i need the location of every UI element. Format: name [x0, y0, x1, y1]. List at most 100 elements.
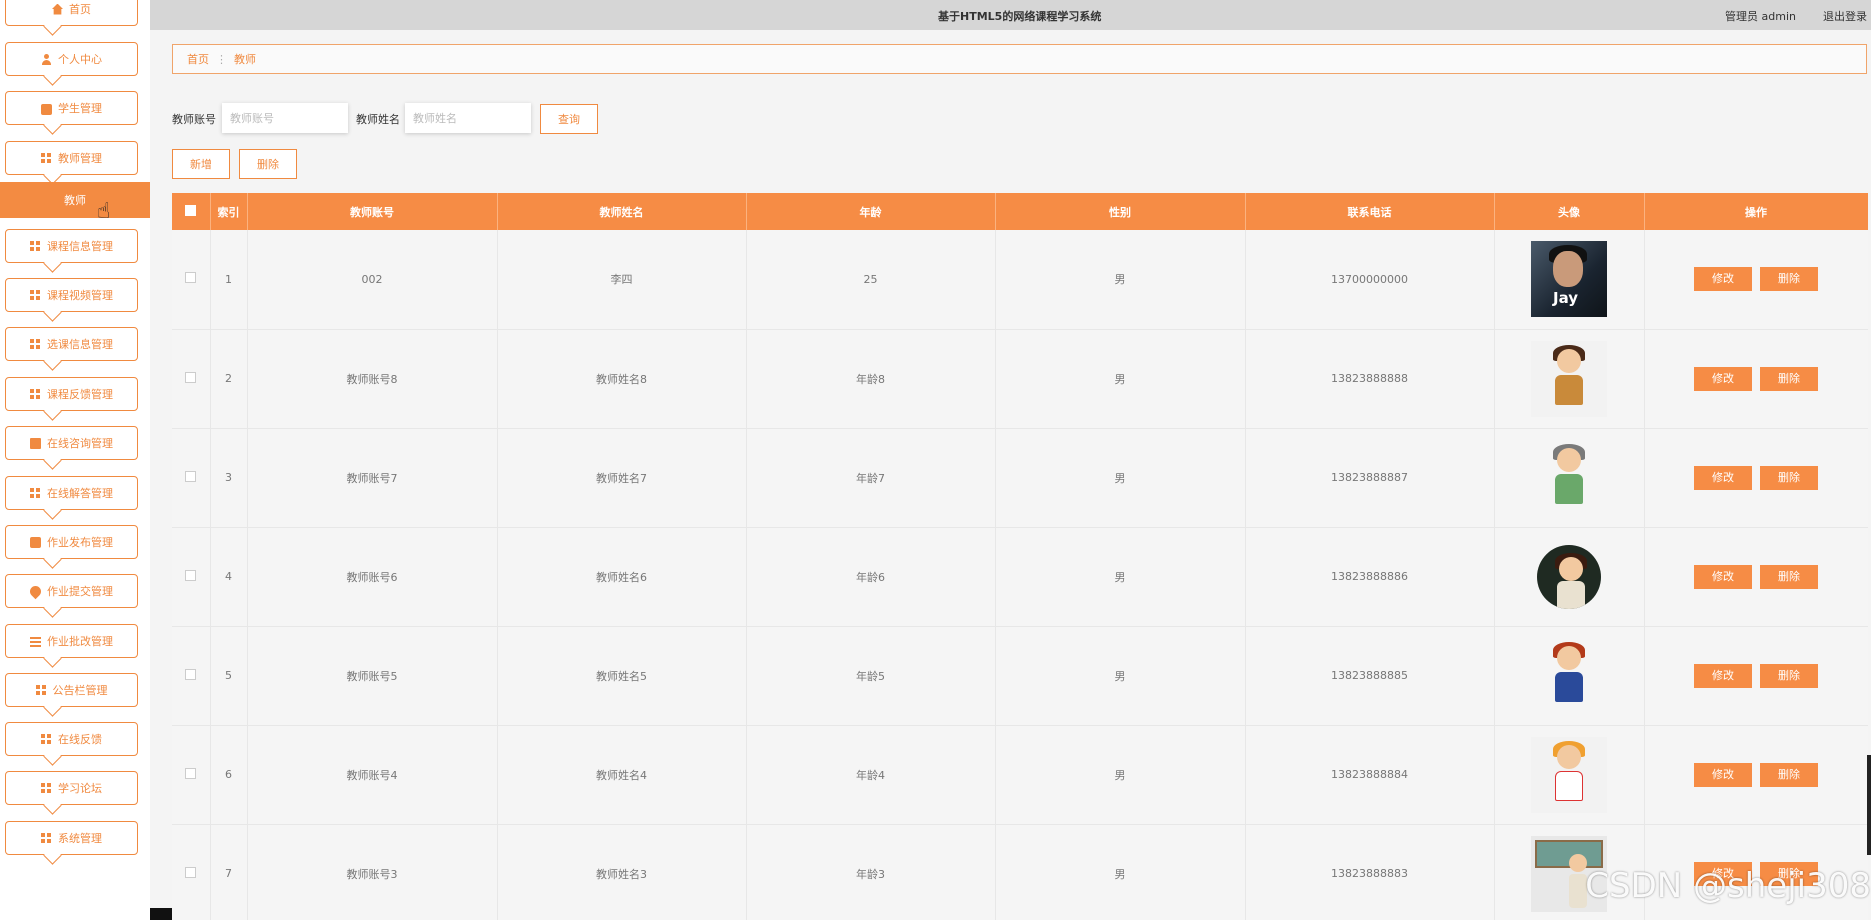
cell-account: 教师账号8 — [247, 329, 498, 428]
delete-button[interactable]: 删除 — [1760, 663, 1818, 688]
column-header: 联系电话 — [1245, 193, 1495, 230]
delete-button[interactable]: 删除 — [1760, 267, 1818, 292]
edit-button[interactable]: 修改 — [1694, 366, 1752, 391]
sidebar-item-online-answer[interactable]: 在线解答管理 — [5, 476, 138, 510]
table-row: 3 教师账号7 教师姓名7 年龄7 男 13823888887 修改 删除 — [172, 428, 1868, 527]
sidebar-item-online-feedback[interactable]: 在线反馈 — [5, 722, 138, 756]
account-search-input[interactable] — [222, 103, 348, 133]
cell-phone: 13823888886 — [1245, 527, 1495, 626]
sidebar-item-forum[interactable]: 学习论坛 — [5, 771, 138, 805]
print-icon — [30, 536, 41, 548]
top-header: 基于HTML5的网络课程学习系统 管理员 admin 退出登录 — [150, 0, 1871, 30]
row-checkbox[interactable] — [185, 866, 197, 878]
sidebar-item-teachers[interactable]: 教师管理 — [5, 141, 138, 175]
grid-icon — [41, 782, 52, 794]
cell-gender: 男 — [995, 527, 1246, 626]
edit-button[interactable]: 修改 — [1694, 267, 1752, 292]
cell-age: 年龄4 — [746, 725, 996, 824]
sidebar-item-label: 课程反馈管理 — [47, 388, 113, 401]
sidebar-item-label: 教师管理 — [58, 152, 102, 165]
grid-icon — [30, 240, 41, 252]
briefcase-icon — [41, 103, 52, 115]
sidebar-item-label: 课程视频管理 — [47, 289, 113, 302]
cell-phone: 13823888883 — [1245, 824, 1495, 920]
table-header-row: 索引 教师账号 教师姓名 年龄 性别 联系电话 头像 操作 — [172, 193, 1868, 230]
cell-index: 4 — [210, 527, 248, 626]
sidebar-subitem-label: 教师 — [64, 194, 86, 207]
name-label: 教师姓名 — [356, 113, 400, 126]
batch-delete-button[interactable]: 删除 — [239, 149, 297, 179]
scrollbar[interactable] — [1867, 755, 1871, 855]
sidebar-item-label: 系统管理 — [58, 832, 102, 845]
sidebar-item-system[interactable]: 系统管理 — [5, 821, 138, 855]
sidebar-item-label: 选课信息管理 — [47, 338, 113, 351]
delete-button[interactable]: 删除 — [1760, 762, 1818, 787]
table-row: 6 教师账号4 教师姓名4 年龄4 男 13823888884 修改 删除 — [172, 725, 1868, 824]
breadcrumb-home[interactable]: 首页 — [187, 51, 209, 67]
cell-gender: 男 — [995, 626, 1246, 725]
sidebar-item-online-consult[interactable]: 在线咨询管理 — [5, 426, 138, 460]
sidebar-item-profile[interactable]: 个人中心 — [5, 42, 138, 76]
grid-icon — [41, 832, 52, 844]
sidebar-item-course-video[interactable]: 课程视频管理 — [5, 278, 138, 312]
sidebar-item-homework-submit[interactable]: 作业提交管理 — [5, 574, 138, 608]
sidebar-item-notice-board[interactable]: 公告栏管理 — [5, 673, 138, 707]
teacher-table: 索引 教师账号 教师姓名 年龄 性别 联系电话 头像 操作 1 002 李四 2… — [172, 193, 1868, 920]
admin-info: 管理员 admin — [1725, 10, 1796, 23]
logout-link[interactable]: 退出登录 — [1823, 8, 1867, 24]
sidebar-item-label: 公告栏管理 — [52, 684, 108, 697]
cell-index: 5 — [210, 626, 248, 725]
divider — [150, 908, 172, 920]
sidebar-subitem-teacher[interactable]: 教师 — [0, 182, 150, 218]
sidebar-item-course-selection[interactable]: 选课信息管理 — [5, 327, 138, 361]
cell-name: 教师姓名6 — [497, 527, 747, 626]
column-header: 索引 — [210, 193, 248, 230]
watermark: CSDN @sheji308 — [1585, 866, 1871, 906]
cell-index: 2 — [210, 329, 248, 428]
edit-button[interactable]: 修改 — [1694, 465, 1752, 490]
cell-name: 李四 — [497, 230, 747, 329]
grid-icon — [30, 388, 41, 400]
cell-phone: 13823888884 — [1245, 725, 1495, 824]
sidebar-item-label: 首页 — [69, 3, 91, 16]
breadcrumb-separator-icon: ⋮ — [216, 52, 227, 66]
table-row: 2 教师账号8 教师姓名8 年龄8 男 13823888888 修改 删除 — [172, 329, 1868, 428]
sidebar-item-course-info[interactable]: 课程信息管理 — [5, 229, 138, 263]
add-button[interactable]: 新增 — [172, 149, 230, 179]
sidebar-item-homework-grade[interactable]: 作业批改管理 — [5, 624, 138, 658]
row-checkbox[interactable] — [185, 668, 197, 680]
row-checkbox[interactable] — [185, 272, 197, 284]
name-search-input[interactable] — [405, 103, 531, 133]
sidebar-item-homework-publish[interactable]: 作业发布管理 — [5, 525, 138, 559]
photo-avatar-icon: Jay — [1531, 241, 1607, 318]
user-icon — [41, 53, 52, 65]
row-checkbox[interactable] — [185, 569, 197, 581]
sidebar-item-label: 个人中心 — [58, 53, 102, 66]
edit-button[interactable]: 修改 — [1694, 564, 1752, 589]
sidebar-item-home[interactable]: 首页 — [5, 0, 138, 26]
cell-gender: 男 — [995, 428, 1246, 527]
column-header: 教师账号 — [247, 193, 498, 230]
table-row: 5 教师账号5 教师姓名5 年龄5 男 13823888885 修改 删除 — [172, 626, 1868, 725]
row-checkbox[interactable] — [185, 371, 197, 383]
sidebar-item-course-feedback[interactable]: 课程反馈管理 — [5, 377, 138, 411]
delete-button[interactable]: 删除 — [1760, 564, 1818, 589]
column-header: 操作 — [1644, 193, 1868, 230]
cell-name: 教师姓名4 — [497, 725, 747, 824]
row-checkbox[interactable] — [185, 767, 197, 779]
cell-age: 年龄3 — [746, 824, 996, 920]
edit-button[interactable]: 修改 — [1694, 762, 1752, 787]
cell-account: 教师账号7 — [247, 428, 498, 527]
select-all-checkbox[interactable] — [185, 204, 197, 216]
cartoon-teacher-icon — [1531, 736, 1607, 813]
sidebar-item-students[interactable]: 学生管理 — [5, 91, 138, 125]
delete-button[interactable]: 删除 — [1760, 465, 1818, 490]
cell-age: 年龄6 — [746, 527, 996, 626]
row-checkbox[interactable] — [185, 470, 197, 482]
edit-button[interactable]: 修改 — [1694, 663, 1752, 688]
query-button[interactable]: 查询 — [540, 104, 598, 134]
cell-age: 年龄8 — [746, 329, 996, 428]
delete-button[interactable]: 删除 — [1760, 366, 1818, 391]
cell-phone: 13823888888 — [1245, 329, 1495, 428]
list-icon — [30, 635, 41, 647]
